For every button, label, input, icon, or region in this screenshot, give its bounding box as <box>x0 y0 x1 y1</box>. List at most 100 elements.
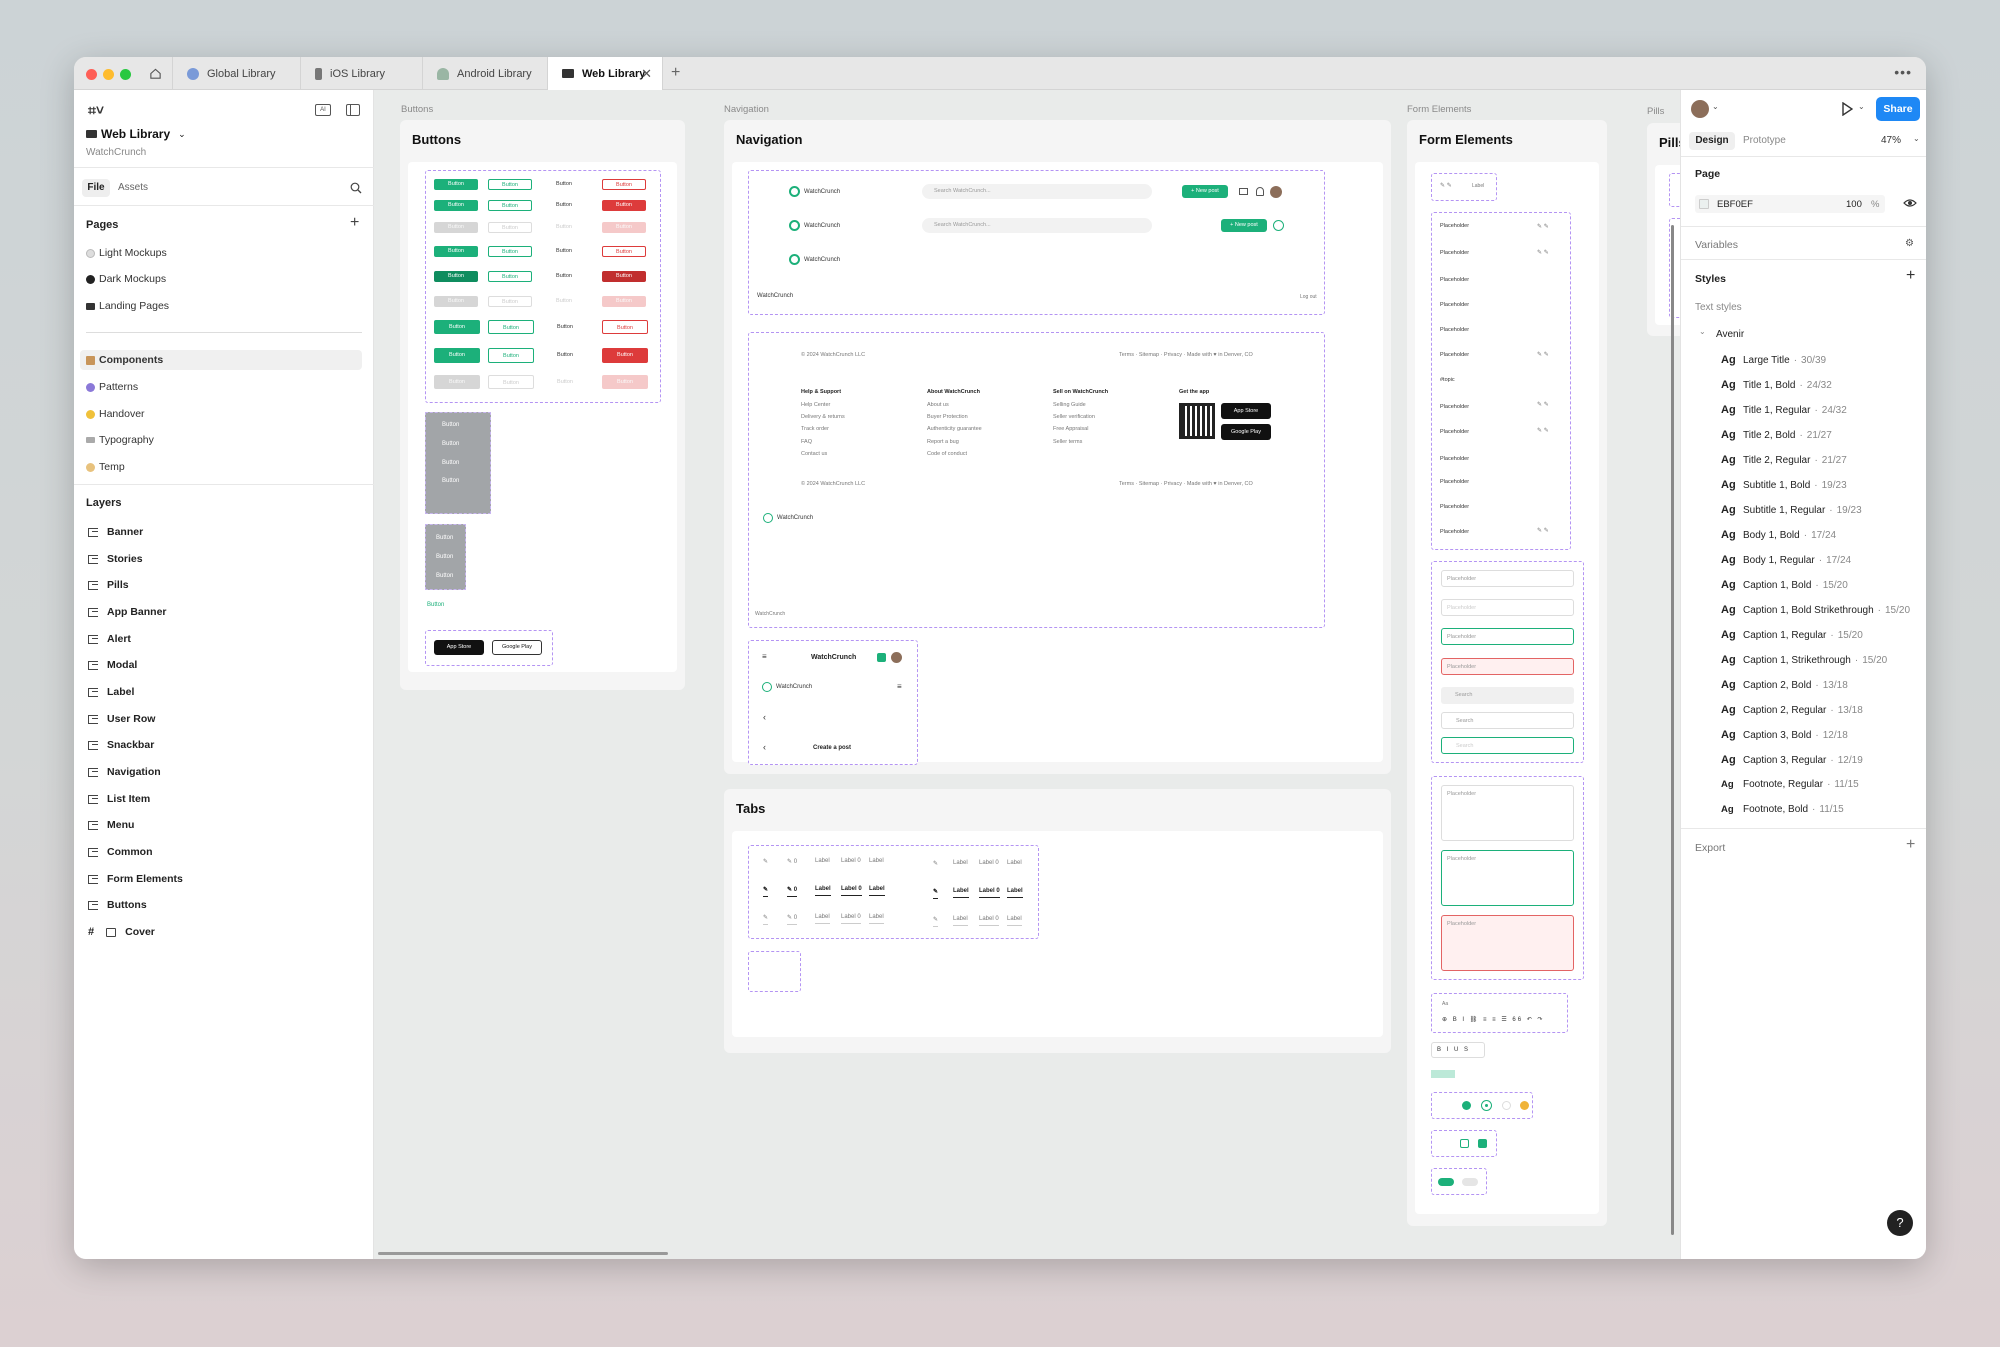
radio-checked[interactable] <box>1462 1101 1471 1110</box>
layer-snackbar[interactable]: Snackbar <box>88 739 154 751</box>
buttons-frame[interactable]: Buttons Button Button Button Button Butt… <box>400 120 685 690</box>
layer-alert[interactable]: Alert <box>88 633 131 645</box>
menu-icon[interactable]: ≡ <box>897 682 902 691</box>
text-style-item[interactable]: Ag Footnote, Bold · 11/15 <box>1721 804 1844 815</box>
button-sample[interactable]: Button <box>602 320 648 334</box>
tab-file[interactable]: File <box>82 179 110 197</box>
page-color-field[interactable]: EBF0EF 100 % <box>1695 195 1885 213</box>
button-sample[interactable]: Button <box>434 348 480 363</box>
button-sample[interactable]: Button <box>434 375 480 389</box>
search-field[interactable]: Search <box>1441 712 1574 729</box>
app-store-badge[interactable]: App Store <box>434 640 484 655</box>
text-style-item[interactable]: Ag Caption 2, Bold · 13/18 <box>1721 679 1848 691</box>
new-tab-icon[interactable]: + <box>671 64 680 82</box>
google-play-badge[interactable]: Google Play <box>492 640 542 655</box>
textarea-focused[interactable]: Placeholder <box>1441 850 1574 906</box>
frame-label-buttons[interactable]: Buttons <box>401 104 433 115</box>
back-icon[interactable]: ‹ <box>763 712 766 722</box>
tab-global-library[interactable]: Global Library <box>173 57 301 90</box>
more-icon[interactable]: ••• <box>1894 64 1912 80</box>
page-typography[interactable]: Typography <box>86 434 154 446</box>
layer-label[interactable]: Label <box>88 686 134 698</box>
button-sample[interactable]: Button <box>602 296 646 307</box>
layer-modal[interactable]: Modal <box>88 659 137 671</box>
layer-buttons[interactable]: Buttons <box>88 899 147 911</box>
pills-frame[interactable]: Pills <box>1647 123 1680 336</box>
mail-icon[interactable] <box>1239 188 1248 195</box>
chevron-down-icon[interactable]: ⌄ <box>1712 102 1719 111</box>
store-badges[interactable]: App Store Google Play <box>425 630 553 666</box>
add-style-icon[interactable]: + <box>1906 267 1915 285</box>
layer-app-banner[interactable]: App Banner <box>88 606 167 618</box>
button-sample[interactable]: Button <box>488 222 532 233</box>
sidebar-toggle-icon[interactable] <box>346 104 360 116</box>
button-sample[interactable]: Button <box>488 348 534 363</box>
page-patterns[interactable]: Patterns <box>86 381 138 393</box>
list-item-variants[interactable]: Placeholder ✎ ✎ Placeholder ✎ ✎ Placehol… <box>1431 212 1571 550</box>
tab-prototype[interactable]: Prototype <box>1743 135 1786 146</box>
back-icon[interactable]: ‹ <box>763 742 766 752</box>
text-style-item[interactable]: Ag Caption 1, Strikethrough · 15/20 <box>1721 654 1887 666</box>
text-style-item[interactable]: Ag Footnote, Regular · 11/15 <box>1721 779 1859 790</box>
bell-icon[interactable] <box>1256 187 1264 196</box>
checkbox-checked[interactable] <box>1478 1139 1487 1148</box>
page-dark-mockups[interactable]: Dark Mockups <box>86 273 166 285</box>
label-component[interactable]: ✎ ✎ Label <box>1431 173 1497 201</box>
footer-variants[interactable]: © 2024 WatchCrunch LLC Terms · Sitemap ·… <box>748 332 1325 628</box>
button-variants[interactable]: Button Button Button Button Button Butto… <box>425 170 661 403</box>
toggle-on[interactable] <box>1438 1178 1454 1186</box>
search-input[interactable]: Search WatchCrunch... <box>922 184 1152 199</box>
button-sample[interactable]: Button <box>488 320 534 334</box>
tabs-frame[interactable]: Tabs ✎ ✎ 0 Label Label 0 Label ✎ Label L… <box>724 789 1391 1053</box>
horizontal-scrollbar[interactable] <box>378 1252 668 1255</box>
text-style-item[interactable]: Ag Caption 1, Bold · 15/20 <box>1721 579 1848 591</box>
button-sample[interactable]: Button <box>488 179 532 190</box>
text-style-item[interactable]: Ag Subtitle 1, Regular · 19/23 <box>1721 504 1862 516</box>
tab-assets[interactable]: Assets <box>118 182 148 193</box>
page-temp[interactable]: Temp <box>86 461 125 473</box>
button-sample[interactable]: Button <box>434 296 478 307</box>
radio-variants[interactable] <box>1431 1092 1533 1119</box>
zoom-level[interactable]: 47% <box>1881 135 1901 146</box>
chevron-down-icon[interactable]: ⌄ <box>1913 134 1920 143</box>
add-page-icon[interactable]: + <box>350 214 359 232</box>
eye-icon[interactable] <box>1903 198 1917 208</box>
empty-component[interactable] <box>748 951 801 992</box>
text-style-item[interactable]: Ag Caption 2, Regular · 13/18 <box>1721 704 1863 716</box>
format-bar[interactable]: B I U S <box>1431 1042 1485 1058</box>
page-light-mockups[interactable]: Light Mockups <box>86 247 167 259</box>
help-button[interactable]: ? <box>1887 1210 1913 1236</box>
sliders-icon[interactable]: ⚙ <box>1905 238 1914 249</box>
search-field[interactable]: Search <box>1441 687 1574 704</box>
button-sample[interactable]: Button <box>602 271 646 282</box>
chevron-down-icon[interactable]: ⌄ <box>1858 102 1865 111</box>
avatar[interactable] <box>1270 186 1282 198</box>
button-sample[interactable]: Button <box>542 271 586 282</box>
edit-icon[interactable] <box>877 653 886 662</box>
rich-text-toolbar[interactable]: Aa ⊕ B I ⛓ ≡ ≡ ☰ 66 ↶ ↷ <box>1431 993 1568 1033</box>
text-input-error[interactable]: Placeholder <box>1441 658 1574 675</box>
mobile-header-variants[interactable]: ≡ WatchCrunch WatchCrunch ≡ ‹ ‹ Create a… <box>748 640 918 765</box>
tab-design[interactable]: Design <box>1689 132 1735 150</box>
text-style-item[interactable]: Ag Title 1, Regular · 24/32 <box>1721 404 1847 416</box>
avatar-placeholder[interactable] <box>1273 220 1284 231</box>
button-sample[interactable]: Button <box>602 246 646 257</box>
checkbox-unchecked[interactable] <box>1460 1139 1469 1148</box>
google-play-badge[interactable]: Google Play <box>1221 424 1271 440</box>
button-sample[interactable]: Button <box>602 222 646 233</box>
button-sample[interactable]: Button <box>542 348 588 363</box>
form-elements-frame[interactable]: Form Elements ✎ ✎ Label Placeholder ✎ ✎ … <box>1407 120 1607 1226</box>
button-sample[interactable]: Button <box>542 296 586 307</box>
tab-ios-library[interactable]: iOS Library <box>301 57 423 90</box>
log-out-link[interactable]: Log out <box>1300 294 1317 300</box>
frame-label-pills[interactable]: Pills <box>1647 106 1664 117</box>
radio-selected[interactable] <box>1482 1101 1491 1110</box>
button-sample[interactable]: Button <box>602 200 646 211</box>
frame-label-navigation[interactable]: Navigation <box>724 104 769 115</box>
button-sample[interactable]: Button <box>488 375 534 389</box>
layer-user-row[interactable]: User Row <box>88 713 155 725</box>
text-style-item[interactable]: Ag Caption 3, Bold · 12/18 <box>1721 729 1848 741</box>
app-store-badge[interactable]: App Store <box>1221 403 1271 419</box>
button-sample[interactable]: Button <box>488 271 532 282</box>
ai-icon[interactable]: AI <box>315 104 331 116</box>
